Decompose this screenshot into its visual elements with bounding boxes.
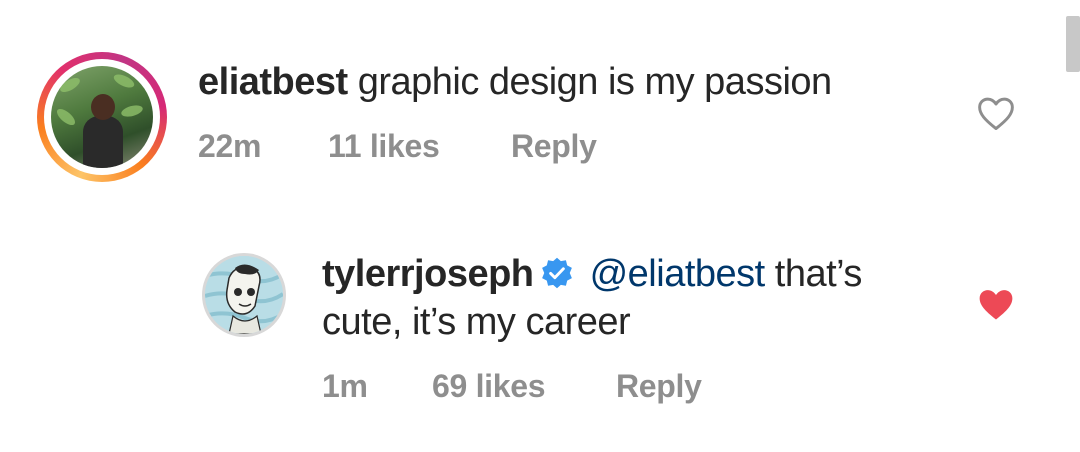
likes-count[interactable]: 69 likes <box>432 368 546 405</box>
comment-text: graphic design is my passion <box>357 61 832 103</box>
username-link[interactable]: eliatbest <box>198 61 348 103</box>
comment-body: eliatbest graphic design is my passion <box>198 58 832 106</box>
avatar-photo <box>205 256 283 334</box>
mention-link[interactable]: @eliatbest <box>590 253 766 295</box>
reply-button[interactable]: Reply <box>511 128 597 165</box>
heart-outline-icon[interactable] <box>976 95 1016 131</box>
comment-text-line2: cute, it’s my career <box>322 301 631 343</box>
scrollbar-thumb[interactable] <box>1066 16 1080 72</box>
comment-time: 1m <box>322 368 368 404</box>
avatar-tylerrjoseph[interactable] <box>202 253 286 337</box>
avatar-eliatbest[interactable] <box>37 52 167 182</box>
comment-body: tylerrjoseph @eliatbest that’s cute, it’… <box>322 250 862 346</box>
comment-time: 22m <box>198 128 262 164</box>
comment-text-line1: that’s <box>774 253 863 295</box>
avatar-photo <box>51 66 153 168</box>
likes-count[interactable]: 11 likes <box>328 128 440 165</box>
username-link[interactable]: tylerrjoseph <box>322 253 534 295</box>
heart-filled-icon[interactable] <box>976 286 1016 322</box>
verified-badge-icon <box>540 254 574 289</box>
reply-button[interactable]: Reply <box>616 368 702 405</box>
